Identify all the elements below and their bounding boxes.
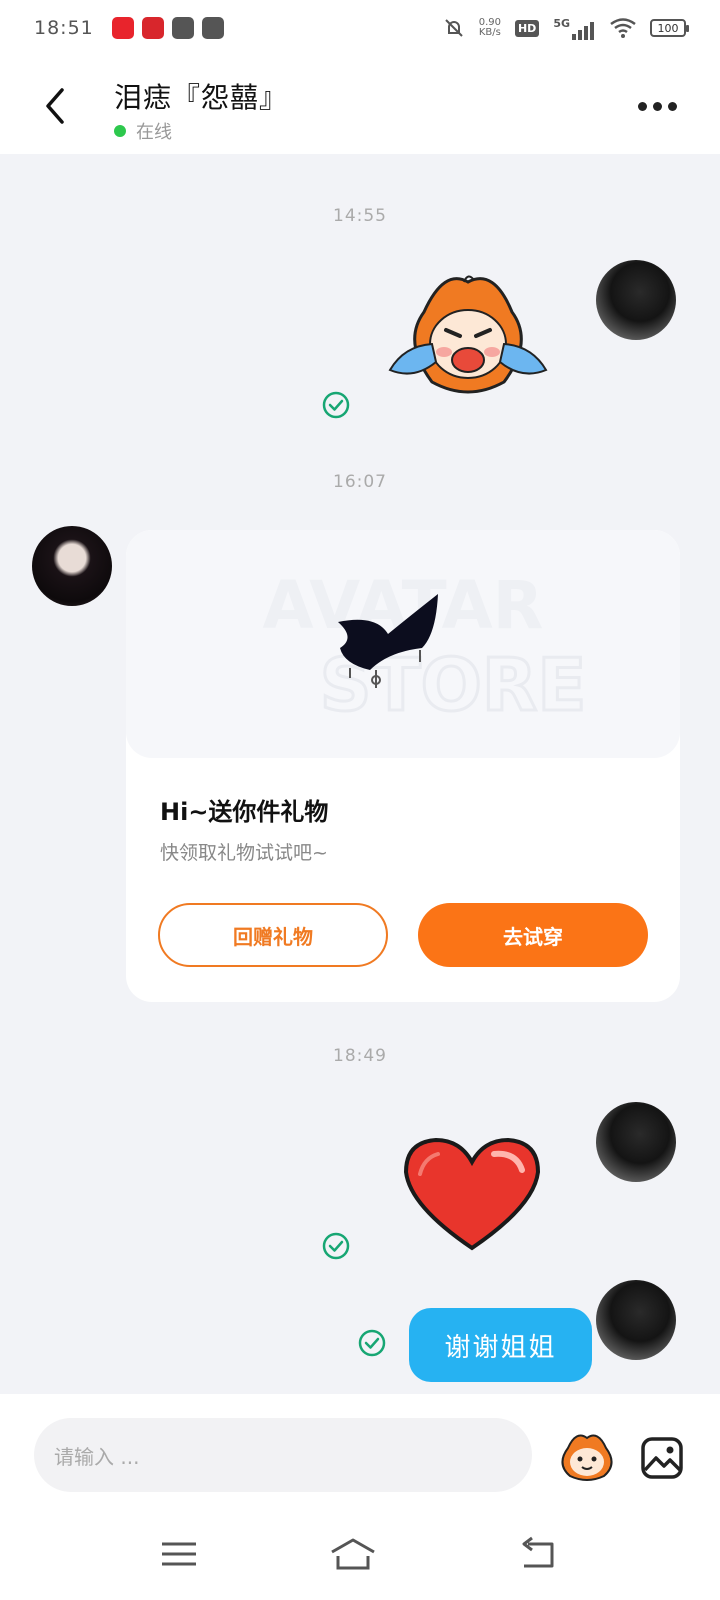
online-status: 在线 [114, 118, 288, 144]
more-dot [638, 101, 647, 111]
gift-subtitle: 快领取礼物试试吧~ [160, 842, 328, 864]
image-icon[interactable] [640, 1436, 684, 1480]
return-gift-button[interactable]: 回赠礼物 [158, 903, 388, 967]
mute-bell-icon [444, 19, 463, 37]
home-icon[interactable] [328, 1534, 378, 1574]
my-avatar[interactable] [596, 260, 676, 340]
app-icon-4 [201, 17, 224, 39]
more-dot [668, 101, 677, 111]
menu-icon[interactable] [156, 1534, 206, 1574]
back-nav-icon[interactable] [514, 1534, 564, 1574]
input-bar: 请输入 ... [0, 1394, 720, 1514]
network-speed: 0.90 KB/s [479, 18, 501, 38]
wifi-icon [610, 18, 636, 38]
timestamp: 16:07 [333, 472, 387, 492]
signal-bars-icon [572, 21, 594, 40]
fox-emoji-icon[interactable] [556, 1432, 618, 1482]
crying-fox-sticker[interactable] [384, 272, 552, 400]
battery-indicator: 100 [650, 19, 689, 37]
my-avatar[interactable] [596, 1280, 676, 1360]
battery-level: 100 [657, 21, 679, 35]
try-on-button[interactable]: 去试穿 [418, 903, 648, 967]
network-speed-unit: KB/s [478, 27, 501, 38]
app-icon-1 [111, 17, 134, 39]
system-nav-bar [0, 1514, 720, 1600]
hd-badge: HD [514, 19, 540, 37]
read-check-icon [322, 391, 350, 419]
back-arrow-icon[interactable] [38, 86, 74, 126]
status-bar: 18:51 0.90 KB/s HD 5G 100 [0, 0, 720, 56]
app-icon-2 [141, 17, 164, 39]
message-input[interactable]: 请输入 ... [34, 1418, 532, 1492]
gift-preview: AVATAR STORE [263, 567, 588, 729]
more-dot [653, 101, 662, 111]
chat-header: 泪痣『怨囍』 在线 [0, 56, 720, 154]
timestamp: 18:49 [333, 1046, 387, 1066]
online-status-label: 在线 [136, 122, 172, 143]
contact-info[interactable]: 泪痣『怨囍』 在线 [114, 76, 288, 144]
play-app-icon [171, 17, 194, 39]
message-bubble[interactable]: 谢谢姐姐 [409, 1308, 592, 1382]
timestamp: 14:55 [333, 206, 387, 226]
contact-avatar[interactable] [32, 526, 112, 606]
my-avatar[interactable] [596, 1102, 676, 1182]
gift-card[interactable]: AVATAR STORE Hi~送你件礼物 快领取礼物试试吧~ 回赠礼物 去试穿 [126, 530, 680, 1002]
signal-label: 5G [553, 16, 570, 30]
status-time: 18:51 [34, 17, 94, 39]
read-check-icon [358, 1329, 386, 1357]
gift-title: Hi~送你件礼物 [160, 798, 329, 826]
gift-image: AVATAR STORE [126, 530, 680, 758]
notification-icons [111, 17, 224, 39]
red-heart-sticker[interactable] [402, 1136, 542, 1252]
contact-name: 泪痣『怨囍』 [114, 81, 289, 114]
read-check-icon [322, 1232, 350, 1260]
signal-indicator: 5G [553, 17, 596, 40]
more-options-button[interactable] [638, 96, 682, 116]
online-dot [114, 125, 126, 137]
chat-area[interactable]: 14:55 16:07 AVATAR STORE Hi~送你件礼物 快领取礼物试… [0, 154, 720, 1394]
